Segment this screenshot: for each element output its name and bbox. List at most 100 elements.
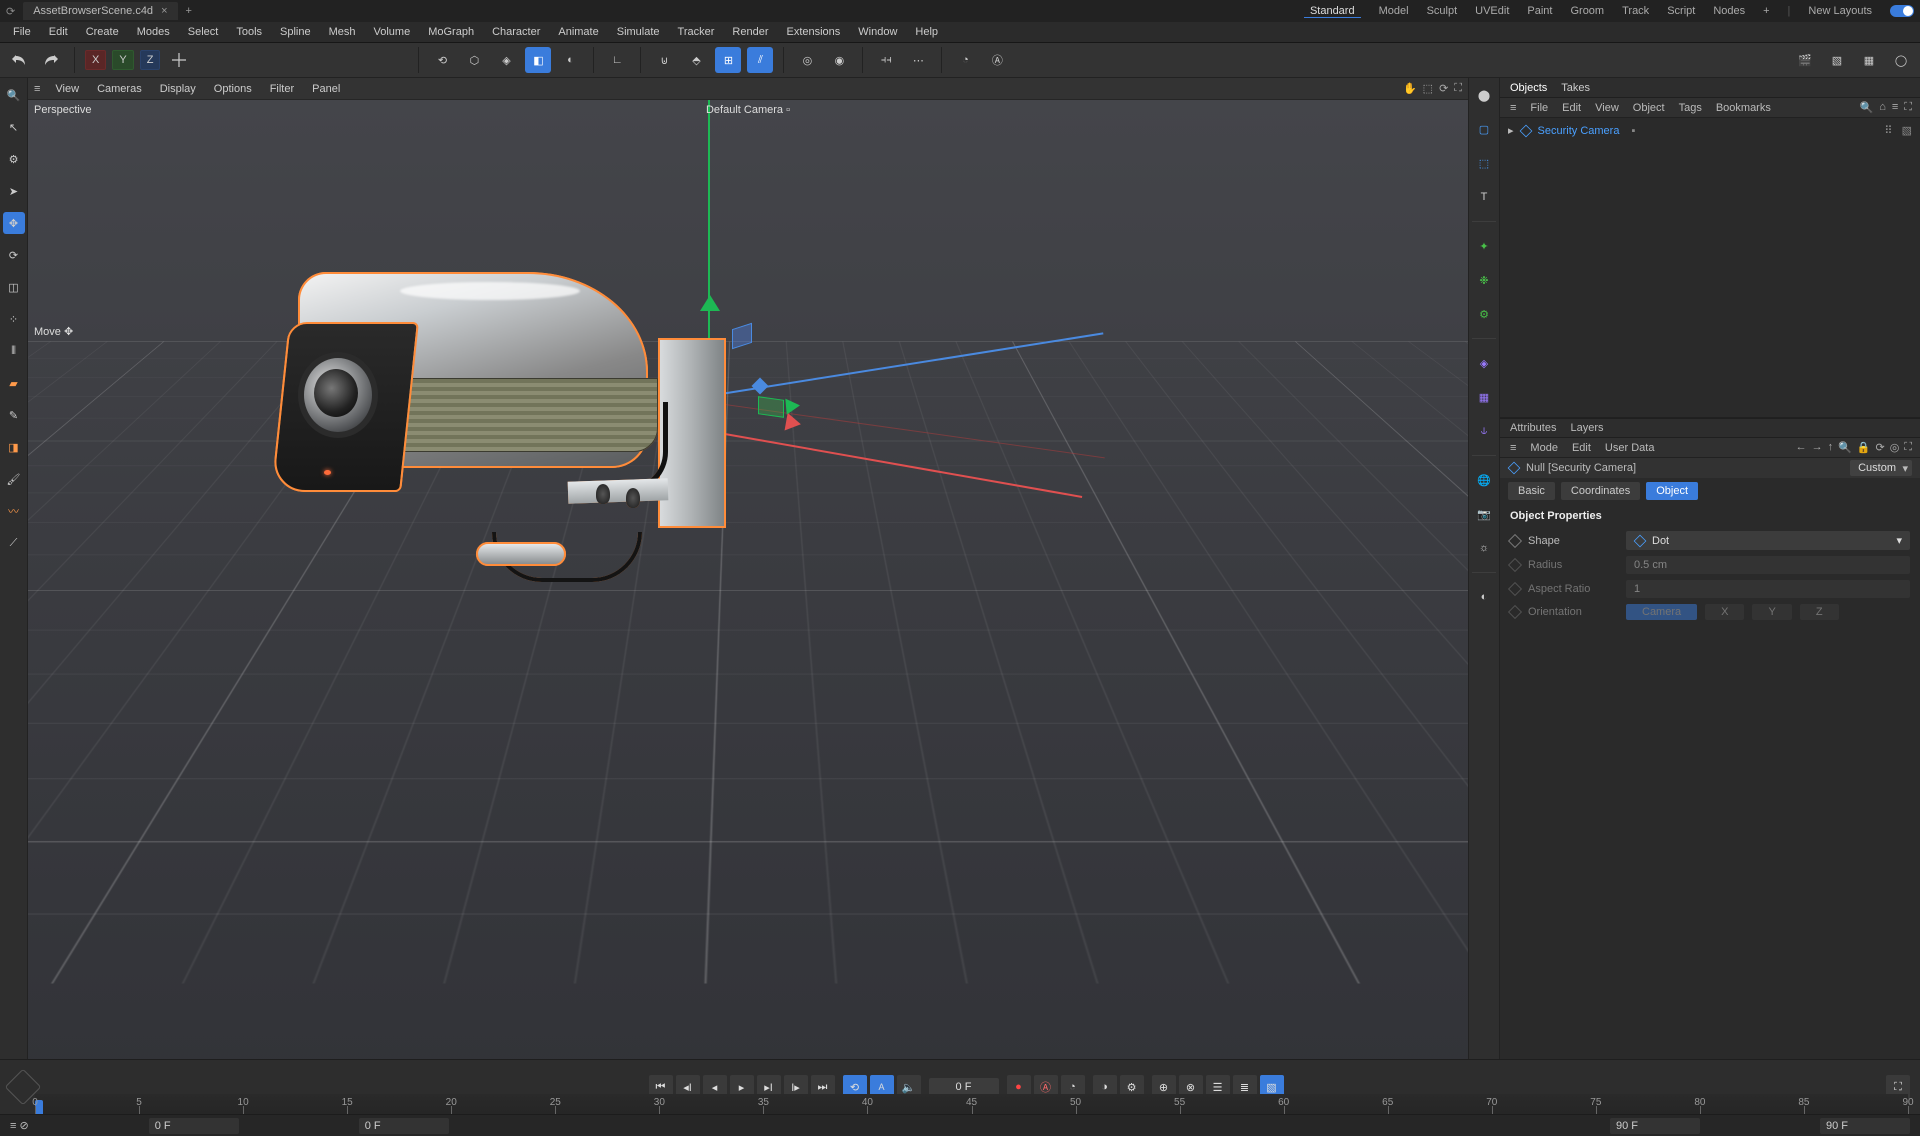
target-icon[interactable]: ◎	[794, 47, 820, 73]
attr-tab-object[interactable]: Object	[1646, 482, 1698, 500]
document-tab[interactable]: AssetBrowserScene.c4d ×	[23, 2, 177, 20]
menu-render[interactable]: Render	[723, 23, 777, 41]
mode-gear-icon[interactable]: ⚙	[1471, 301, 1497, 327]
attr-menu-edit[interactable]: Edit	[1572, 442, 1591, 454]
menu-create[interactable]: Create	[77, 23, 128, 41]
coord-system-button[interactable]	[166, 47, 192, 73]
close-tab-icon[interactable]: ×	[161, 5, 167, 17]
menu-animate[interactable]: Animate	[549, 23, 607, 41]
menu-mesh[interactable]: Mesh	[320, 23, 365, 41]
vp-menu-options[interactable]: Options	[205, 80, 261, 98]
render-icon[interactable]: Ⓐ	[984, 47, 1010, 73]
obj-expand-icon[interactable]: ⛶	[1904, 101, 1912, 114]
range-end-a-field[interactable]: 90 F	[1610, 1118, 1700, 1134]
attr-tab-coordinates[interactable]: Coordinates	[1561, 482, 1640, 500]
layout-paint[interactable]: Paint	[1527, 5, 1552, 17]
vp-menu-filter[interactable]: Filter	[261, 80, 303, 98]
vp-orbit-icon[interactable]: ⟳	[1439, 82, 1448, 95]
mode-world-icon[interactable]: 🌐	[1471, 467, 1497, 493]
attr-hamburger-icon[interactable]: ≡	[1510, 442, 1516, 454]
menu-volume[interactable]: Volume	[365, 23, 420, 41]
sel-edge-icon[interactable]: ⫴	[3, 340, 25, 362]
mode-field-icon[interactable]: ✦	[1471, 233, 1497, 259]
vp-menu-display[interactable]: Display	[151, 80, 205, 98]
timeline-ruler[interactable]: 051015202530354045505560657075808590	[35, 1094, 1908, 1114]
new-tab-button[interactable]: +	[186, 5, 192, 17]
obj-hamburger-icon[interactable]: ≡	[1510, 102, 1516, 114]
menu-mograph[interactable]: MoGraph	[419, 23, 483, 41]
vp-hamburger-icon[interactable]: ≡	[34, 83, 40, 95]
range-start-field[interactable]: 0 F	[149, 1118, 239, 1134]
history-icon[interactable]: ⟲	[429, 47, 455, 73]
mode-camera-icon[interactable]: 📷	[1471, 501, 1497, 527]
menu-file[interactable]: File	[4, 23, 40, 41]
attr-refresh-icon[interactable]: ⟳	[1875, 441, 1884, 454]
gizmo-plane-xz[interactable]	[758, 396, 784, 418]
sel-poly-icon[interactable]: ▰	[3, 372, 25, 394]
attr-pin-icon[interactable]: ◎	[1890, 441, 1900, 454]
add-layout-button[interactable]: +	[1763, 5, 1769, 17]
options-icon[interactable]: ⋯	[905, 47, 931, 73]
mode-effector-icon[interactable]: ❉	[1471, 267, 1497, 293]
shape-key-icon[interactable]	[1508, 533, 1522, 547]
render-settings-icon[interactable]: ◔	[952, 47, 978, 73]
gizmo-z-arrow[interactable]	[785, 397, 800, 414]
mode-deformer-icon[interactable]: ◈	[1471, 350, 1497, 376]
obj-home-icon[interactable]: ⌂	[1879, 101, 1886, 114]
gear-icon[interactable]: ⚙	[3, 148, 25, 170]
new-layouts-button[interactable]: New Layouts	[1808, 5, 1872, 17]
axis-y-toggle[interactable]: Y	[112, 50, 133, 70]
mode-wire-icon[interactable]: ▢	[1471, 116, 1497, 142]
obj-menu-tags[interactable]: Tags	[1679, 102, 1702, 114]
mode-cube-icon[interactable]: ⬚	[1471, 150, 1497, 176]
gizmo-y-arrow[interactable]	[700, 295, 720, 311]
tab-takes[interactable]: Takes	[1561, 82, 1590, 94]
obj-filter-icon[interactable]: ≡	[1892, 101, 1898, 114]
obj-menu-view[interactable]: View	[1595, 102, 1619, 114]
range-end-b-field[interactable]: 90 F	[1820, 1118, 1910, 1134]
select-live-icon[interactable]: ↖	[3, 116, 25, 138]
attr-custom-dropdown[interactable]: Custom	[1850, 460, 1912, 476]
object-tree[interactable]: ▸ Security Camera ▪ ⠿ ▧	[1500, 118, 1920, 418]
tab-objects[interactable]: Objects	[1510, 82, 1547, 94]
layout-standard[interactable]: Standard	[1304, 5, 1361, 18]
menu-modes[interactable]: Modes	[128, 23, 179, 41]
tree-visibility-icon[interactable]: ▪	[1631, 125, 1635, 137]
knife-icon[interactable]: ✎	[3, 404, 25, 426]
cursor-arrow-icon[interactable]: ➤	[3, 180, 25, 202]
obj-menu-edit[interactable]: Edit	[1562, 102, 1581, 114]
tab-attributes[interactable]: Attributes	[1510, 422, 1556, 434]
menu-simulate[interactable]: Simulate	[608, 23, 669, 41]
scene-object-security-camera[interactable]	[258, 272, 688, 582]
polygon-icon[interactable]: ◈	[493, 47, 519, 73]
layout-track[interactable]: Track	[1622, 5, 1649, 17]
render-region-icon[interactable]: ◯	[1888, 47, 1914, 73]
layout-uvedit[interactable]: UVEdit	[1475, 5, 1509, 17]
mode-motion-icon[interactable]: ⫝	[1471, 418, 1497, 444]
attr-search-icon[interactable]: 🔍	[1838, 441, 1852, 454]
attr-fwd-icon[interactable]: →	[1812, 441, 1823, 454]
menu-tools[interactable]: Tools	[227, 23, 271, 41]
softsel-icon[interactable]: ◉	[826, 47, 852, 73]
symmetry-icon[interactable]: ⫞⫞	[873, 47, 899, 73]
tree-item-security-camera[interactable]: ▸ Security Camera ▪ ⠿ ▧	[1508, 122, 1912, 139]
range-current-field[interactable]: 0 F	[359, 1118, 449, 1134]
obj-search-icon[interactable]: 🔍	[1860, 101, 1874, 114]
obj-menu-object[interactable]: Object	[1633, 102, 1665, 114]
path-icon[interactable]: ⟋	[3, 532, 25, 554]
vp-hand-icon[interactable]: ✋	[1403, 82, 1417, 95]
vp-menu-view[interactable]: View	[46, 80, 88, 98]
attr-menu-userdata[interactable]: User Data	[1605, 442, 1655, 454]
layout-model[interactable]: Model	[1379, 5, 1409, 17]
menu-window[interactable]: Window	[849, 23, 906, 41]
move-tool[interactable]: ✥	[3, 212, 25, 234]
quantize-icon[interactable]: ⫽	[747, 47, 773, 73]
menu-spline[interactable]: Spline	[271, 23, 320, 41]
obj-menu-file[interactable]: File	[1530, 102, 1548, 114]
sel-point-icon[interactable]: ⁘	[3, 308, 25, 330]
layout-script[interactable]: Script	[1667, 5, 1695, 17]
clapboard-icon[interactable]: 🎬	[1792, 47, 1818, 73]
attr-lock-icon[interactable]: 🔒	[1857, 441, 1871, 454]
axis-x-toggle[interactable]: X	[85, 50, 106, 70]
gizmo-x-arrow[interactable]	[785, 413, 803, 433]
